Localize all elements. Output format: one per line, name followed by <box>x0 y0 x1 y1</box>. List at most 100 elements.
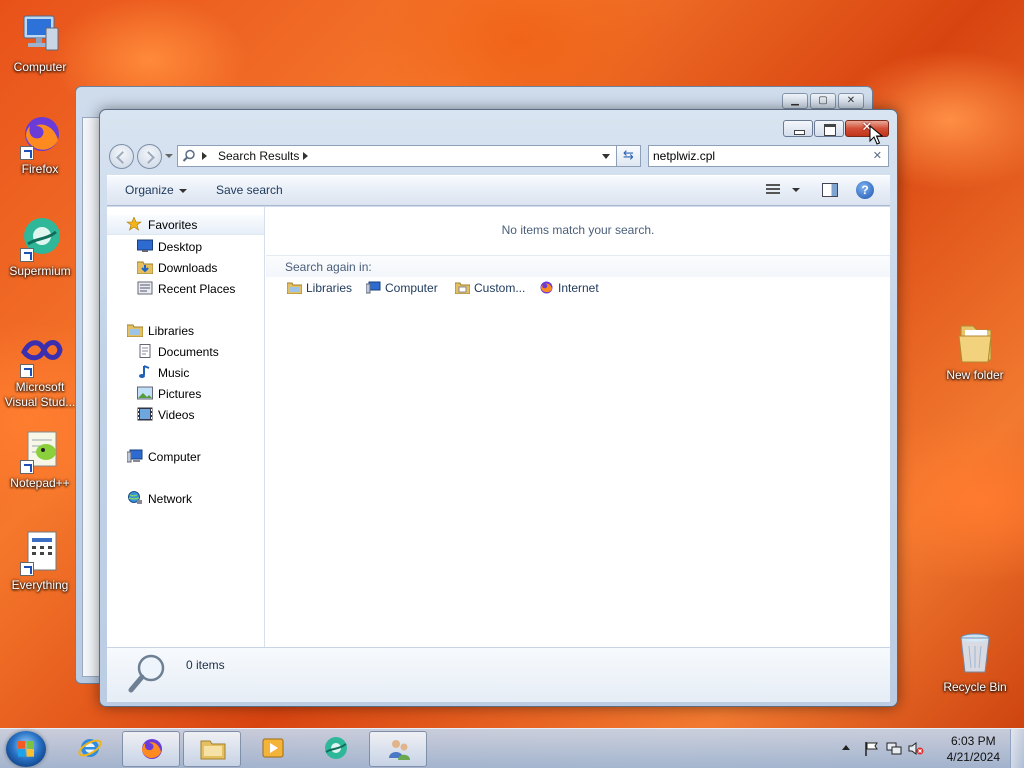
nav-label: Recent Places <box>158 282 236 296</box>
navigation-pane: Favorites Desktop Downloads Recent Place… <box>107 207 265 647</box>
save-search-button[interactable]: Save search <box>216 183 283 197</box>
visual-studio-icon <box>16 330 64 378</box>
star-icon <box>126 216 142 231</box>
desktop-icon-label: Everything <box>11 578 69 592</box>
network-status-icon[interactable] <box>886 741 902 756</box>
desktop-icon-computer[interactable]: Computer <box>0 10 80 75</box>
shortcut-arrow-icon <box>20 562 34 576</box>
location-label: Custom... <box>474 281 526 295</box>
breadcrumb-separator-icon[interactable] <box>303 152 308 160</box>
location-label: Internet <box>558 281 599 295</box>
start-button[interactable] <box>6 731 46 767</box>
libraries-icon <box>286 281 303 295</box>
desktop-icon-firefox[interactable]: Firefox <box>0 112 80 177</box>
desktop-icon-label: Microsoft Visual Stud... <box>4 380 76 409</box>
taskbar-windows-explorer[interactable] <box>183 731 241 767</box>
system-tray: 6:03 PM 4/21/2024 <box>834 729 1024 768</box>
location-label: Libraries <box>306 281 353 295</box>
nav-label: Pictures <box>158 387 202 401</box>
chevron-down-icon <box>178 188 187 193</box>
taskbar-internet-explorer[interactable] <box>61 731 119 767</box>
chevron-down-icon <box>792 188 800 192</box>
folder-icon <box>951 318 999 366</box>
minimize-button[interactable] <box>783 120 813 137</box>
videos-icon <box>137 407 153 421</box>
desktop-icon-recycle-bin[interactable]: Recycle Bin <box>935 630 1015 695</box>
close-icon[interactable]: ✕ <box>838 93 864 109</box>
volume-muted-icon[interactable] <box>908 741 924 756</box>
desktop-icon-everything[interactable]: Everything <box>0 528 80 593</box>
taskbar: 6:03 PM 4/21/2024 <box>0 728 1024 768</box>
search-again-internet[interactable]: Internet <box>539 281 599 295</box>
show-desktop-button[interactable] <box>1010 729 1024 768</box>
taskbar-firefox[interactable] <box>122 731 180 767</box>
address-dropdown-icon[interactable] <box>602 154 610 159</box>
maximize-button[interactable] <box>814 120 844 137</box>
recent-pages-dropdown[interactable] <box>165 154 173 158</box>
nav-favorites[interactable]: Favorites <box>107 215 264 235</box>
action-center-flag-icon[interactable] <box>864 741 880 756</box>
refresh-button[interactable]: ⇆ <box>617 145 641 167</box>
taskbar-media-player[interactable] <box>244 731 302 767</box>
view-details-icon <box>766 184 780 196</box>
address-bar[interactable]: Search Results <box>177 145 617 167</box>
custom-folder-icon <box>454 281 471 295</box>
libraries-icon <box>126 323 144 338</box>
clock[interactable]: 6:03 PM 4/21/2024 <box>947 733 1000 765</box>
documents-icon <box>137 344 153 358</box>
breadcrumb-search-results[interactable]: Search Results <box>218 149 299 163</box>
nav-label: Favorites <box>148 218 198 232</box>
search-box[interactable]: ✕ <box>648 145 889 167</box>
navigation-bar: Search Results ⇆ ✕ <box>108 143 889 169</box>
desktop-icon-label: New folder <box>946 368 1004 382</box>
minimize-icon[interactable]: ▁ <box>782 93 808 109</box>
preview-pane-icon[interactable] <box>822 183 838 197</box>
taskbar-user-accounts[interactable] <box>369 731 427 767</box>
organize-button[interactable]: Organize <box>125 183 187 197</box>
nav-label: Videos <box>158 408 195 422</box>
desktop-icon-supermium[interactable]: Supermium <box>0 214 80 279</box>
notepadpp-icon <box>16 426 64 474</box>
taskbar-supermium[interactable] <box>307 731 365 767</box>
desktop-icon-notepadpp[interactable]: Notepad++ <box>0 426 80 491</box>
search-again-custom[interactable]: Custom... <box>454 281 526 295</box>
shortcut-arrow-icon <box>20 364 34 378</box>
explorer-window[interactable]: Search Results ⇆ ✕ Organize Save search … <box>99 109 898 707</box>
search-again-computer[interactable]: Computer <box>365 281 438 295</box>
nav-label: Computer <box>148 450 201 464</box>
forward-button[interactable] <box>137 144 162 169</box>
shortcut-arrow-icon <box>20 248 34 262</box>
firefox-icon <box>16 112 64 160</box>
show-hidden-icons-button[interactable] <box>842 745 850 750</box>
maximize-icon[interactable]: ▢ <box>810 93 836 109</box>
media-player-icon <box>262 738 284 758</box>
change-view-button[interactable] <box>766 182 802 200</box>
search-again-label: Search again in: <box>285 260 372 274</box>
nav-label: Libraries <box>148 324 195 338</box>
clear-search-icon[interactable]: ✕ <box>873 149 882 162</box>
nav-label: Documents <box>158 345 219 359</box>
desktop-icon-new-folder[interactable]: New folder <box>935 318 1015 383</box>
item-count: 0 items <box>186 658 225 672</box>
clock-time: 6:03 PM <box>950 734 996 748</box>
details-pane: 0 items <box>107 648 890 702</box>
back-button[interactable] <box>109 144 134 169</box>
network-icon <box>127 491 143 505</box>
location-label: Computer <box>385 281 438 295</box>
shortcut-arrow-icon <box>20 460 34 474</box>
search-again-libraries[interactable]: Libraries <box>286 281 353 295</box>
search-icon <box>182 149 195 162</box>
breadcrumb-separator-icon[interactable] <box>202 152 207 160</box>
nav-label: Music <box>158 366 190 380</box>
search-input[interactable] <box>653 148 863 164</box>
nav-label: Desktop <box>158 240 203 254</box>
help-icon[interactable]: ? <box>856 181 874 199</box>
results-pane: No items match your search. Search again… <box>266 207 890 647</box>
music-icon <box>137 365 153 379</box>
command-bar: Organize Save search ? <box>107 175 890 206</box>
user-accounts-icon <box>389 740 410 760</box>
desktop-icon-label: Computer <box>13 60 67 74</box>
desktop-icon-visual-studio[interactable]: Microsoft Visual Stud... <box>0 330 80 410</box>
explorer-body: Favorites Desktop Downloads Recent Place… <box>107 207 890 648</box>
clock-date: 4/21/2024 <box>946 750 1000 764</box>
